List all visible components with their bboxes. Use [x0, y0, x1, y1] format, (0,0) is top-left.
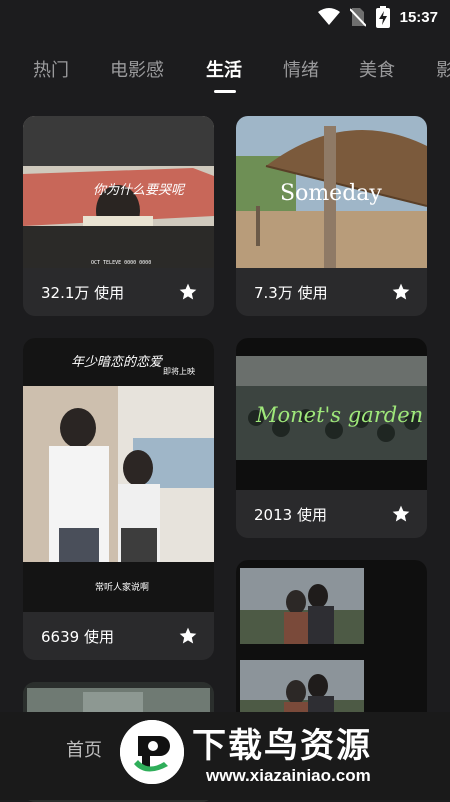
tab-cinematic[interactable]: 电影感 [110, 56, 164, 82]
template-thumbnail[interactable]: Someday [236, 116, 427, 268]
star-icon[interactable] [391, 282, 411, 302]
tab-life[interactable]: 生活 [206, 56, 242, 82]
card-info: 2013 使用 [236, 490, 427, 538]
tab-emotion[interactable]: 情绪 [283, 56, 319, 82]
tab-hot[interactable]: 热门 [33, 56, 69, 82]
watermark-url: www.xiazainiao.com [206, 766, 371, 785]
thumb-text: 你为什么要哭呢 [93, 183, 186, 198]
card-info: 6639 使用 [23, 612, 214, 660]
usage-count: 32.1万 使用 [41, 283, 125, 302]
star-icon[interactable] [178, 626, 198, 646]
no-sim-icon [349, 7, 366, 27]
category-tabs: 热门 电影感 生活 情绪 美食 影 [0, 50, 450, 96]
template-card[interactable]: 你为什么要哭呢 OCT TELEVE 0000 0000 32.1万 使用 [23, 116, 214, 316]
template-card[interactable]: 年少暗恋的恋爱 即将上映 常听人家说啊 6639 使用 [23, 338, 214, 660]
usage-count: 6639 使用 [41, 627, 114, 646]
watermark: 下载鸟资源 www.xiazainiao.com [120, 716, 440, 796]
wifi-icon [317, 8, 340, 26]
tab-food[interactable]: 美食 [359, 56, 395, 82]
template-card[interactable]: Monet's garden 2013 使用 [236, 338, 427, 538]
watermark-title: 下载鸟资源 [192, 726, 372, 766]
tab-film[interactable]: 影 [436, 56, 450, 82]
template-thumbnail[interactable]: 你为什么要哭呢 OCT TELEVE 0000 0000 [23, 116, 214, 268]
template-thumbnail[interactable]: 年少暗恋的恋爱 即将上映 常听人家说啊 [23, 338, 214, 612]
usage-count: 2013 使用 [254, 505, 327, 524]
star-icon[interactable] [391, 504, 411, 524]
thumb-text: Monet's garden [255, 403, 423, 427]
card-info: 32.1万 使用 [23, 268, 214, 316]
template-card[interactable]: Someday 7.3万 使用 [236, 116, 427, 316]
thumb-caption: OCT TELEVE 0000 0000 [91, 260, 151, 266]
active-tab-indicator [214, 90, 236, 93]
nav-home-tab[interactable]: 首页 [66, 736, 102, 762]
template-thumbnail[interactable]: Monet's garden [236, 338, 427, 490]
bird-logo-icon [120, 720, 184, 784]
thumb-caption: 常听人家说啊 [95, 581, 149, 593]
thumb-text: Someday [280, 181, 382, 206]
status-time: 15:37 [399, 8, 438, 26]
status-bar: 15:37 [0, 0, 450, 34]
usage-count: 7.3万 使用 [254, 283, 328, 302]
thumb-text: 年少暗恋的恋爱 [71, 354, 163, 370]
battery-charging-icon [375, 6, 390, 28]
star-icon[interactable] [178, 282, 198, 302]
thumb-tag: 即将上映 [163, 366, 195, 376]
card-info: 7.3万 使用 [236, 268, 427, 316]
